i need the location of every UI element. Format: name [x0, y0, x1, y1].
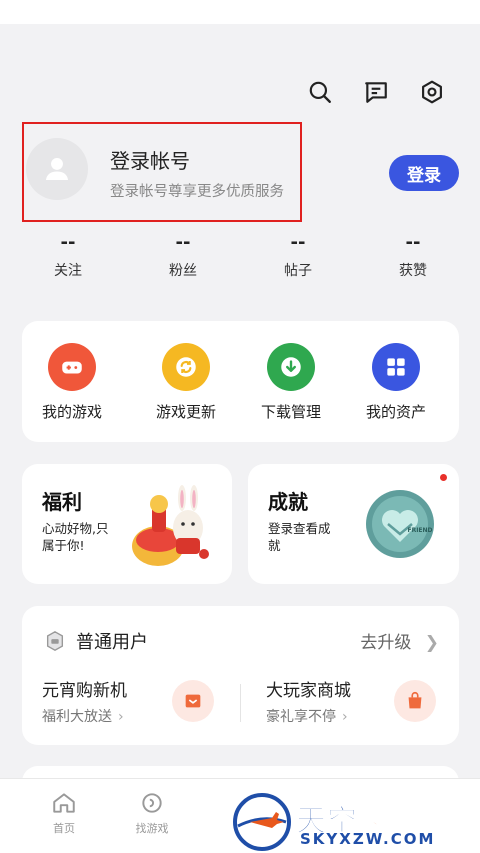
- member-tile-mall[interactable]: 大玩家商城 豪礼享不停 ›: [248, 666, 459, 736]
- quick-action-label: 游戏更新: [155, 403, 216, 421]
- tile-subtitle: 豪礼享不停 ›: [266, 709, 348, 725]
- search-icon: [309, 81, 331, 103]
- stat-followers[interactable]: -- 粉丝: [143, 232, 223, 280]
- tab-home[interactable]: 首页: [24, 790, 104, 836]
- achievement-title: 成就: [268, 490, 308, 514]
- rabbit-gift-illustration: [132, 485, 209, 566]
- download-icon: [267, 343, 315, 391]
- quick-action-label: 我的资产: [365, 403, 426, 421]
- stat-value: --: [60, 232, 76, 253]
- upgrade-label: 去升级: [360, 633, 412, 653]
- message-icon: [365, 82, 387, 103]
- user-placeholder-icon: [45, 157, 69, 181]
- find-game-icon: [142, 793, 162, 813]
- search-button[interactable]: [304, 76, 336, 108]
- login-subtitle: 登录帐号尊享更多优质服务: [110, 184, 284, 200]
- tile-subtitle: 福利大放送 ›: [42, 709, 124, 725]
- login-title[interactable]: 登录帐号: [110, 145, 190, 174]
- membership-title: 普通用户: [76, 632, 148, 653]
- coupon-icon: [172, 680, 214, 722]
- message-button[interactable]: [360, 76, 392, 108]
- welfare-subtitle: 心动好物,只属于你!: [42, 521, 109, 553]
- status-bar-area: [0, 0, 480, 24]
- watermark-url: SKYXZW.COM: [300, 830, 436, 848]
- welfare-title: 福利: [42, 490, 82, 514]
- stat-posts[interactable]: -- 帖子: [258, 232, 338, 280]
- achievement-subtitle: 登录查看成就: [268, 521, 331, 553]
- tab-find-game[interactable]: 找游戏: [112, 790, 192, 836]
- my-games-button[interactable]: 我的游戏: [22, 343, 122, 422]
- shopping-bag-icon: [394, 680, 436, 722]
- grid-icon: [372, 343, 420, 391]
- stat-value: --: [405, 232, 421, 253]
- member-tile-lantern[interactable]: 元宵购新机 福利大放送 ›: [22, 666, 240, 736]
- welfare-card[interactable]: 福利 心动好物,只属于你!: [22, 464, 232, 584]
- quick-action-label: 下载管理: [260, 403, 321, 421]
- settings-button[interactable]: [416, 76, 448, 108]
- stat-label: 帖子: [284, 263, 312, 279]
- notification-dot: [440, 474, 447, 481]
- stat-value: --: [290, 232, 306, 253]
- chevron-right-icon: ❯: [424, 633, 439, 653]
- refresh-icon: [162, 343, 210, 391]
- watermark-logo: [233, 793, 291, 851]
- tab-label: 找游戏: [135, 822, 169, 835]
- stat-label: 获赞: [399, 263, 427, 279]
- membership-card: 普通用户 去升级 ❯ 元宵购新机 福利大放送 › 大玩家商城 豪礼享不停 ›: [22, 606, 459, 745]
- my-assets-button[interactable]: 我的资产: [346, 343, 446, 422]
- gamepad-icon: [48, 343, 96, 391]
- achievement-card[interactable]: 成就 登录查看成就 FRIEND: [248, 464, 459, 584]
- download-manager-button[interactable]: 下载管理: [241, 343, 341, 422]
- settings-icon: [422, 80, 442, 104]
- membership-icon: [46, 631, 64, 651]
- tile-title: 大玩家商城: [266, 681, 351, 701]
- stat-label: 粉丝: [169, 263, 197, 279]
- tab-label: 首页: [53, 822, 75, 835]
- badge-text: FRIEND: [407, 527, 432, 534]
- divider: [240, 684, 241, 722]
- stat-following[interactable]: -- 关注: [28, 232, 108, 280]
- stat-label: 关注: [54, 263, 82, 279]
- quick-action-label: 我的游戏: [41, 403, 102, 421]
- upgrade-link[interactable]: 去升级 ❯: [360, 628, 439, 653]
- friend-badge-icon: FRIEND: [366, 490, 434, 558]
- stat-value: --: [175, 232, 191, 253]
- avatar[interactable]: [26, 138, 88, 200]
- stat-likes[interactable]: -- 获赞: [373, 232, 453, 280]
- login-button[interactable]: 登录: [389, 155, 459, 191]
- game-updates-button[interactable]: 游戏更新: [136, 343, 236, 422]
- quick-actions-card: 我的游戏 游戏更新 下载管理 我的资产: [22, 321, 459, 442]
- home-icon: [53, 793, 75, 813]
- tile-title: 元宵购新机: [42, 681, 127, 701]
